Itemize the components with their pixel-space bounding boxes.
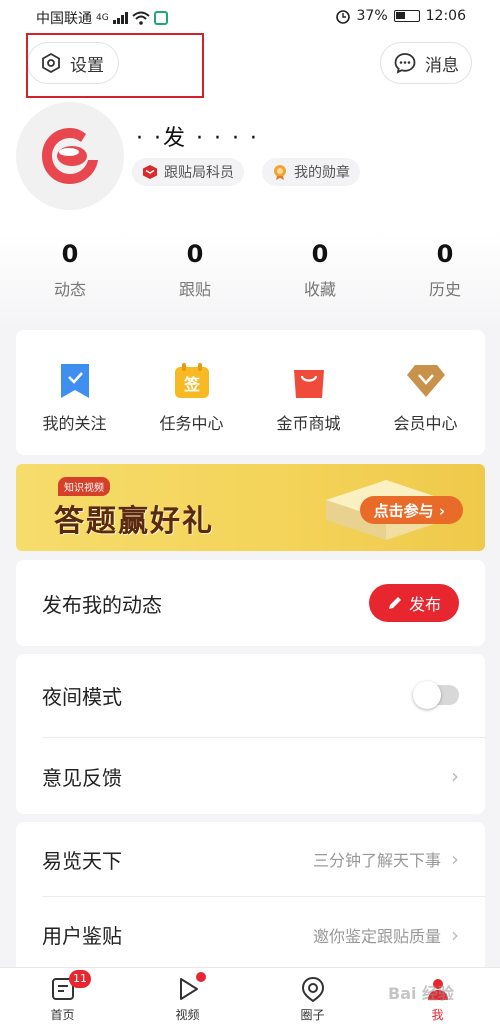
stat-history[interactable]: 0 历史 <box>390 240 500 300</box>
wifi-icon <box>132 11 150 25</box>
chevron-right-icon: › <box>451 764 459 788</box>
banner-title: 答题赢好礼 <box>54 504 214 539</box>
feedback-row[interactable]: 意见反馈 › <box>16 738 485 814</box>
publish-card: 发布我的动态 发布 <box>16 560 485 646</box>
night-mode-label: 夜间模式 <box>42 684 122 709</box>
chevron-right-icon: › <box>451 847 459 871</box>
shortcut-coin-mall[interactable]: 金币商城 <box>250 330 367 455</box>
shortcut-label: 任务中心 <box>159 414 224 433</box>
shortcut-label: 会员中心 <box>393 414 458 433</box>
preferences-card: 夜间模式 意见反馈 › <box>16 654 485 814</box>
publish-button[interactable]: 发布 <box>368 584 459 622</box>
circle-icon <box>301 976 324 1002</box>
stat-value: 0 <box>186 240 204 268</box>
clock: 12:06 <box>425 8 466 24</box>
chevron-right-icon: › <box>451 922 459 947</box>
medal-icon <box>274 165 286 180</box>
stat-value: 0 <box>436 240 454 268</box>
publish-label: 发布我的动态 <box>42 592 162 617</box>
username[interactable]: · ·发 · · · · <box>136 120 259 152</box>
medal-badge[interactable]: 我的勋章 <box>262 158 360 186</box>
shopping-bag-icon <box>293 370 324 398</box>
stat-label: 收藏 <box>303 280 336 299</box>
default-avatar-icon <box>42 128 98 184</box>
overview-hint: 三分钟了解天下事 <box>312 851 441 870</box>
medal-badge-label: 我的勋章 <box>294 165 350 181</box>
red-badge-icon <box>143 165 157 179</box>
task-sign-glyph: 签 <box>182 375 200 394</box>
review-hint: 邀你鉴定跟贴质量 <box>312 926 441 946</box>
network-type: 4G <box>96 12 109 23</box>
shortcut-tasks[interactable]: 签 任务中心 <box>133 330 250 455</box>
tab-label: 我 <box>431 1008 444 1022</box>
messages-label: 消息 <box>425 55 459 76</box>
shortcut-following[interactable]: 我的关注 <box>16 330 133 455</box>
banner-tag: 知识视频 <box>58 477 110 496</box>
shortcut-vip[interactable]: 会员中心 <box>367 330 484 455</box>
rank-badge[interactable]: 跟贴局科员 <box>132 158 244 186</box>
tab-label: 圈子 <box>300 1008 325 1022</box>
stat-comments[interactable]: 0 跟贴 <box>140 240 250 300</box>
rank-badge-label: 跟贴局科员 <box>164 165 234 181</box>
annotation-highlight-box <box>26 33 204 98</box>
alarm-icon <box>335 10 350 24</box>
stat-label: 历史 <box>428 280 461 299</box>
night-mode-toggle[interactable] <box>413 681 459 709</box>
new-content-dot <box>196 972 206 982</box>
shortcut-card: 我的关注 签 任务中心 金币商城 会员中心 <box>16 330 485 455</box>
review-label: 用户鉴贴 <box>42 924 122 948</box>
app-notification-icon <box>153 11 168 25</box>
messages-button[interactable]: 消息 <box>380 42 472 84</box>
tab-label: 首页 <box>50 1008 75 1022</box>
pencil-icon <box>388 597 401 609</box>
vip-diamond-icon <box>406 365 445 397</box>
battery-icon <box>393 10 420 22</box>
banner-join-button[interactable]: 点击参与 › <box>359 496 463 524</box>
tab-label: 视频 <box>175 1008 200 1022</box>
stat-value: 0 <box>311 240 329 268</box>
services-card: 易览天下 三分钟了解天下事 › 用户鉴贴 邀你鉴定跟贴质量 › <box>16 822 485 972</box>
publish-row: 发布我的动态 发布 <box>16 560 485 646</box>
stat-favorites[interactable]: 0 收藏 <box>265 240 375 300</box>
tab-video[interactable]: 视频 <box>125 968 250 1027</box>
watermark: Bai 经验 <box>388 984 455 1003</box>
battery-percent: 37% <box>356 8 388 24</box>
review-row[interactable]: 用户鉴贴 邀你鉴定跟贴质量 › <box>16 897 485 972</box>
task-sign-icon: 签 <box>174 363 209 398</box>
overview-row[interactable]: 易览天下 三分钟了解天下事 › <box>16 822 485 896</box>
chat-bubble-icon <box>394 53 416 74</box>
signal-icon <box>112 12 128 24</box>
tab-circle[interactable]: 圈子 <box>250 968 375 1027</box>
avatar[interactable] <box>16 102 124 210</box>
stat-posts[interactable]: 0 动态 <box>15 240 125 300</box>
quiz-banner[interactable]: ? 知识视频 答题赢好礼 点击参与 › <box>16 464 485 551</box>
bookmark-icon <box>60 364 89 398</box>
stats-row: 0 动态 0 跟贴 0 收藏 0 历史 <box>0 240 500 300</box>
unread-badge: 11 <box>69 970 91 988</box>
overview-label: 易览天下 <box>42 848 122 873</box>
stat-label: 动态 <box>53 280 86 299</box>
tab-home[interactable]: 11 首页 <box>0 968 125 1027</box>
stat-label: 跟贴 <box>178 280 211 299</box>
night-mode-row[interactable]: 夜间模式 <box>16 654 485 736</box>
publish-button-label: 发布 <box>408 595 441 614</box>
stat-value: 0 <box>61 240 79 268</box>
carrier-label: 中国联通 <box>36 11 92 27</box>
status-bar: 中国联通 4G 37% 12:06 <box>0 0 500 34</box>
shortcut-label: 金币商城 <box>276 414 341 433</box>
feedback-label: 意见反馈 <box>42 765 122 790</box>
shortcut-label: 我的关注 <box>42 414 107 433</box>
